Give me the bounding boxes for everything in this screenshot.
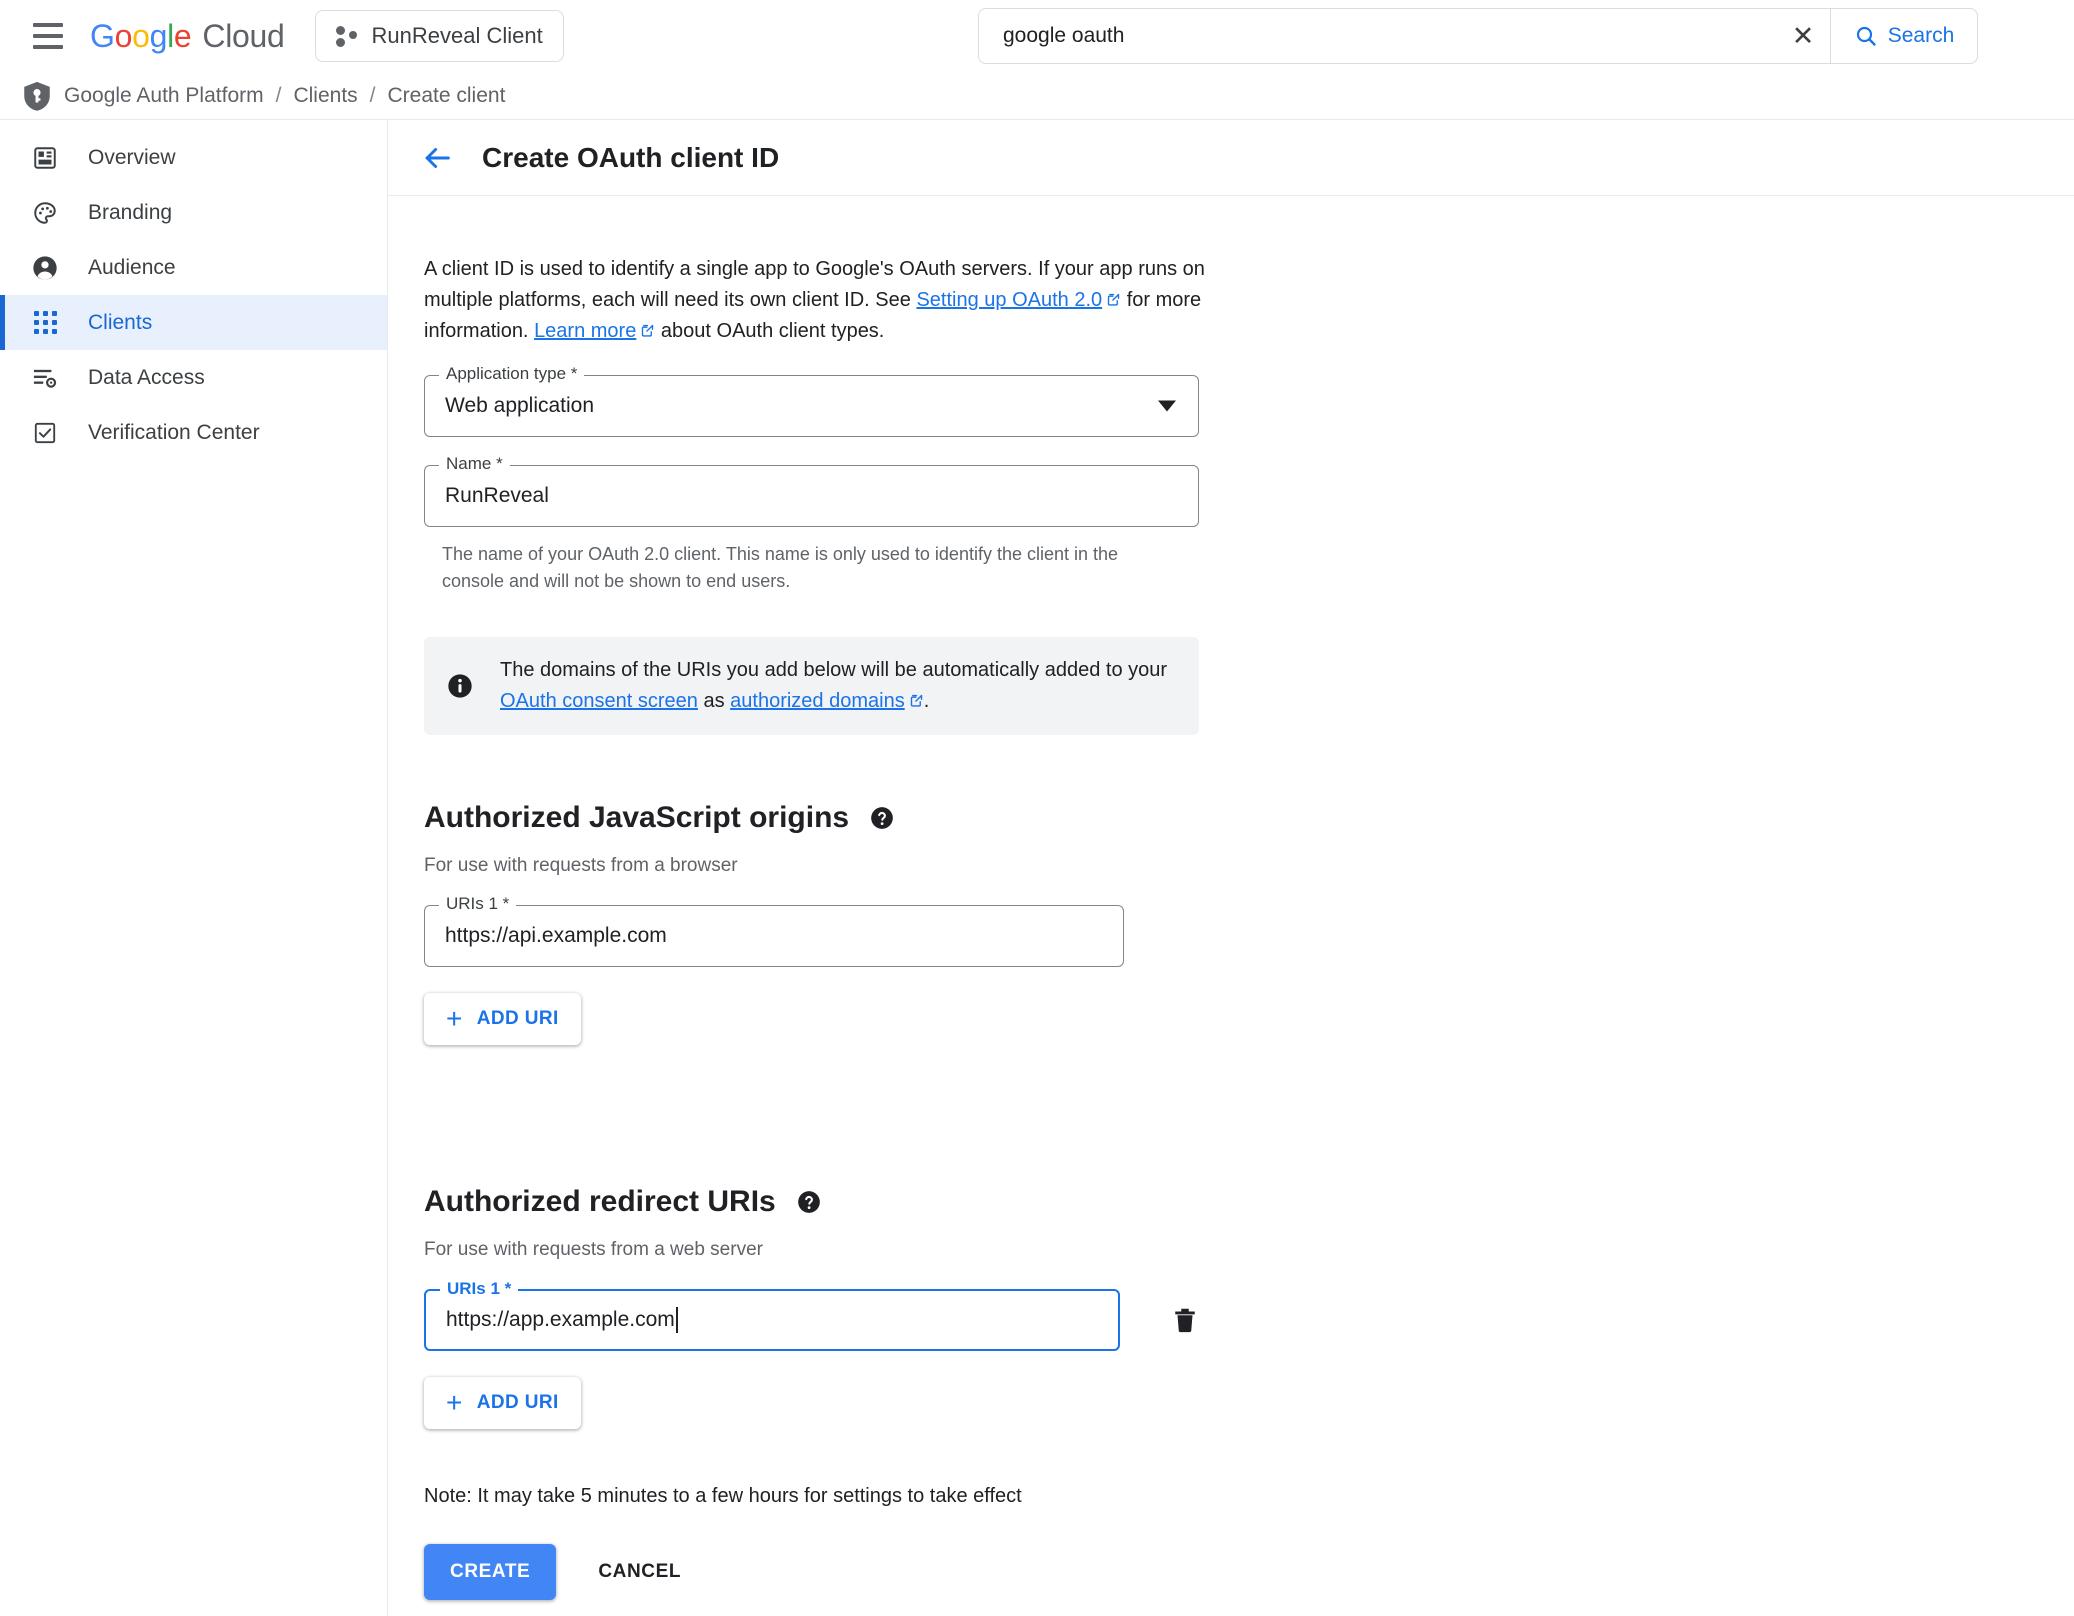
add-redirect-uri-button[interactable]: + ADD URI [424, 1377, 581, 1429]
external-link-icon [640, 323, 655, 338]
sidebar-nav: Overview Branding [0, 120, 388, 1616]
redirect-uri-field[interactable]: URIs 1 * https://app.example.com [424, 1289, 1120, 1351]
redirect-uris-header: Authorized redirect URIs [424, 1185, 1208, 1219]
account-circle-icon [30, 253, 60, 283]
palette-icon [30, 198, 60, 228]
search-bar: ✕ Search [978, 8, 1978, 64]
apps-grid-icon [30, 308, 60, 338]
search-button[interactable]: Search [1831, 9, 1977, 63]
plus-icon: + [446, 1389, 463, 1417]
breadcrumb-item-clients[interactable]: Clients [293, 84, 357, 108]
redirect-uri-label: URIs 1 * [440, 1279, 518, 1299]
breadcrumb-item-create-client: Create client [388, 84, 506, 108]
js-origin-uri-value: https://api.example.com [445, 924, 667, 948]
sidebar-item-branding[interactable]: Branding [0, 185, 387, 240]
application-type-label: Application type * [439, 364, 584, 384]
add-uri-label: ADD URI [477, 1008, 559, 1030]
sidebar-item-label: Data Access [88, 366, 205, 390]
page-header: Create OAuth client ID [388, 120, 2074, 196]
google-wordmark: Google [90, 18, 191, 55]
client-name-value: RunReveal [445, 484, 549, 508]
client-name-label: Name * [439, 454, 510, 474]
sidebar-item-overview[interactable]: Overview [0, 130, 387, 185]
help-icon[interactable] [796, 1189, 822, 1215]
learn-more-link[interactable]: Learn more [534, 320, 636, 342]
external-link-icon [1106, 292, 1121, 307]
authorized-domains-link[interactable]: authorized domains [730, 690, 905, 712]
form-actions: CREATE CANCEL [424, 1544, 1208, 1600]
oauth-consent-screen-link[interactable]: OAuth consent screen [500, 690, 698, 712]
info-part3: . [924, 690, 930, 712]
add-uri-label: ADD URI [477, 1392, 559, 1414]
data-settings-icon [30, 363, 60, 393]
sidebar-item-audience[interactable]: Audience [0, 240, 387, 295]
sidebar-item-clients[interactable]: Clients [0, 295, 387, 350]
add-js-origin-uri-button[interactable]: + ADD URI [424, 993, 581, 1045]
client-name-field[interactable]: Name * RunReveal [424, 465, 1199, 527]
page-title: Create OAuth client ID [482, 142, 779, 174]
intro-paragraph: A client ID is used to identify a single… [424, 254, 1214, 347]
create-button[interactable]: CREATE [424, 1544, 556, 1600]
redirect-uris-heading: Authorized redirect URIs [424, 1185, 776, 1219]
js-origins-header: Authorized JavaScript origins [424, 801, 1208, 835]
help-icon[interactable] [869, 805, 895, 831]
main-menu-icon[interactable] [24, 12, 72, 60]
sidebar-item-label: Audience [88, 256, 176, 280]
setting-up-oauth-link[interactable]: Setting up OAuth 2.0 [916, 289, 1102, 311]
section-spacer [424, 1045, 1208, 1119]
js-origins-heading: Authorized JavaScript origins [424, 801, 849, 835]
trash-icon [1170, 1305, 1200, 1335]
cancel-button[interactable]: CANCEL [572, 1544, 707, 1600]
breadcrumb-separator: / [276, 84, 282, 108]
js-origin-uri-field[interactable]: URIs 1 * https://api.example.com [424, 905, 1124, 967]
breadcrumb-separator: / [370, 84, 376, 108]
breadcrumb: Google Auth Platform / Clients / Create … [0, 72, 2074, 120]
js-origins-subtitle: For use with requests from a browser [424, 855, 1208, 877]
project-name: RunReveal Client [372, 23, 543, 49]
sidebar-item-label: Branding [88, 201, 172, 225]
redirect-uri-value: https://app.example.com [446, 1308, 675, 1332]
sidebar-item-label: Overview [88, 146, 176, 170]
clear-search-icon[interactable]: ✕ [1776, 9, 1830, 63]
sidebar-item-verification-center[interactable]: Verification Center [0, 405, 387, 460]
google-cloud-logo[interactable]: Google Cloud [90, 18, 285, 55]
text-cursor [676, 1307, 678, 1333]
info-banner-text: The domains of the URIs you add below wi… [500, 655, 1177, 717]
sidebar-item-data-access[interactable]: Data Access [0, 350, 387, 405]
top-bar: Google Cloud RunReveal Client ✕ Search [0, 0, 2074, 72]
intro-part3: about OAuth client types. [655, 320, 884, 342]
redirect-uris-subtitle: For use with requests from a web server [424, 1239, 1208, 1261]
main-content: Create OAuth client ID A client ID is us… [388, 120, 2074, 1616]
sidebar-item-label: Verification Center [88, 421, 260, 445]
dashboard-icon [30, 143, 60, 173]
info-banner: The domains of the URIs you add below wi… [424, 637, 1199, 735]
form-body: A client ID is used to identify a single… [388, 196, 1208, 1600]
plus-icon: + [446, 1005, 463, 1033]
breadcrumb-item-platform[interactable]: Google Auth Platform [64, 84, 264, 108]
client-name-helper-text: The name of your OAuth 2.0 client. This … [442, 541, 1142, 595]
chevron-down-icon[interactable] [1158, 401, 1176, 412]
search-button-label: Search [1888, 24, 1955, 48]
checkbox-icon [30, 418, 60, 448]
cloud-wordmark: Cloud [202, 18, 284, 55]
search-input[interactable] [979, 9, 1776, 63]
app-root: Google Cloud RunReveal Client ✕ Search [0, 0, 2074, 1616]
search-icon [1854, 24, 1878, 48]
redirect-uri-row: URIs 1 * https://app.example.com [424, 1261, 1208, 1351]
sidebar-item-label: Clients [88, 311, 152, 335]
back-arrow-icon[interactable] [420, 141, 454, 175]
application-type-value: Web application [445, 394, 594, 418]
js-origin-uri-label: URIs 1 * [439, 894, 516, 914]
application-type-select[interactable]: Application type * Web application [424, 375, 1199, 437]
shield-key-icon [20, 79, 54, 113]
delete-redirect-uri-button[interactable] [1162, 1297, 1208, 1343]
external-link-icon [909, 693, 924, 708]
info-part2: as [698, 690, 730, 712]
settings-note: Note: It may take 5 minutes to a few hou… [424, 1485, 1208, 1508]
info-icon [446, 672, 474, 700]
info-part1: The domains of the URIs you add below wi… [500, 659, 1167, 681]
project-icon [336, 25, 358, 47]
project-selector-chip[interactable]: RunReveal Client [315, 10, 564, 62]
